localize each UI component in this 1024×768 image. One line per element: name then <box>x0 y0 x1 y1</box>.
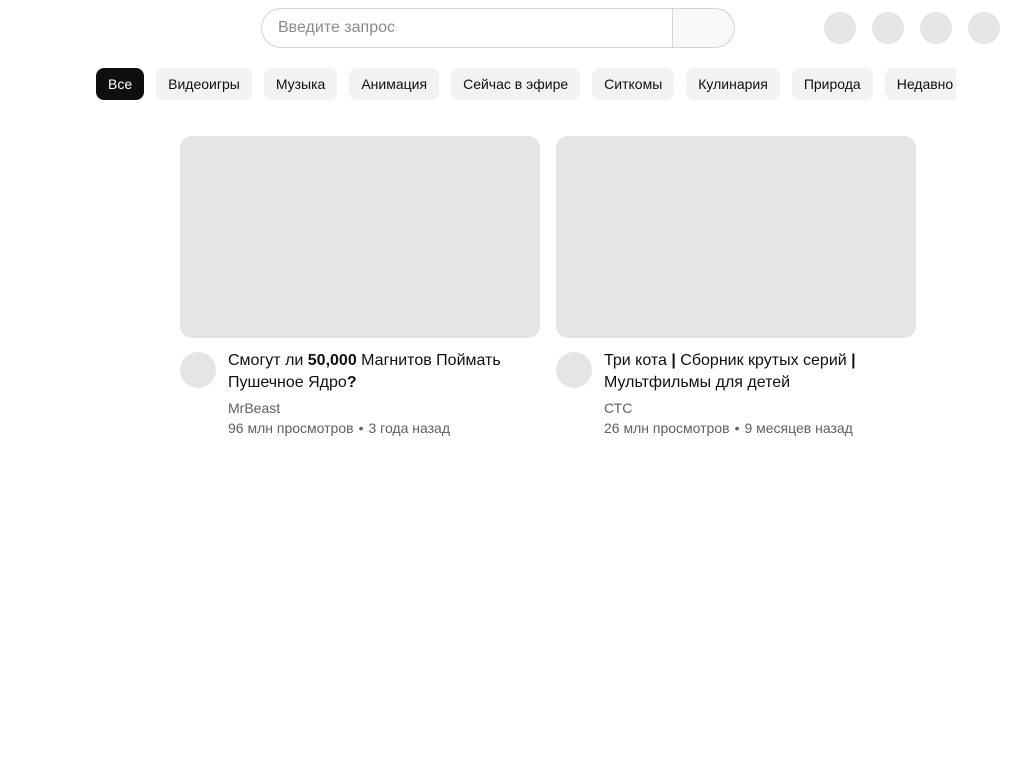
notifications-icon[interactable] <box>920 12 952 44</box>
video-thumbnail[interactable] <box>180 136 540 338</box>
video-title[interactable]: Смогут ли 50,000 Магнитов Поймать Пушечн… <box>228 350 528 394</box>
search-box <box>261 8 735 48</box>
video-details: Смогут ли 50,000 Магнитов Поймать Пушечн… <box>180 350 540 438</box>
page: Все Видеоигры Музыка Анимация Сейчас в э… <box>0 0 1024 768</box>
chip-animation[interactable]: Анимация <box>349 68 440 100</box>
chip-live[interactable]: Сейчас в эфире <box>451 68 581 100</box>
voice-search-icon[interactable] <box>824 12 856 44</box>
video-stats: 26 млн просмотров • 9 месяцев назад <box>604 418 904 438</box>
avatar[interactable] <box>968 12 1000 44</box>
video-stats: 96 млн просмотров • 3 года назад <box>228 418 528 438</box>
search-input[interactable] <box>261 8 672 48</box>
chip-videogames[interactable]: Видеоигры <box>156 68 252 100</box>
separator-dot: • <box>358 420 364 436</box>
video-thumbnail[interactable] <box>556 136 916 338</box>
channel-avatar[interactable] <box>556 352 592 388</box>
channel-avatar[interactable] <box>180 352 216 388</box>
header-actions <box>824 12 1000 44</box>
chip-all[interactable]: Все <box>96 68 145 100</box>
upload-age: 9 месяцев назад <box>744 420 853 436</box>
chip-music[interactable]: Музыка <box>263 68 338 100</box>
video-meta: Смогут ли 50,000 Магнитов Поймать Пушечн… <box>228 350 528 438</box>
channel-name[interactable]: MrBeast <box>228 398 528 418</box>
create-icon[interactable] <box>872 12 904 44</box>
upload-age: 3 года назад <box>368 420 451 436</box>
video-card: Три кота | Сборник крутых серий | Мультф… <box>556 136 916 438</box>
category-chips: Все Видеоигры Музыка Анимация Сейчас в э… <box>96 68 956 100</box>
view-count: 96 млн просмотров <box>228 420 354 436</box>
chip-nature[interactable]: Природа <box>791 68 873 100</box>
video-meta: Три кота | Сборник крутых серий | Мультф… <box>604 350 904 438</box>
chip-cooking[interactable]: Кулинария <box>686 68 780 100</box>
chip-sitcoms[interactable]: Ситкомы <box>592 68 675 100</box>
channel-name[interactable]: СТС <box>604 398 904 418</box>
video-card: Смогут ли 50,000 Магнитов Поймать Пушечн… <box>180 136 540 438</box>
search-button[interactable] <box>672 8 735 48</box>
chip-recent[interactable]: Недавно <box>884 68 956 100</box>
view-count: 26 млн просмотров <box>604 420 730 436</box>
video-details: Три кота | Сборник крутых серий | Мультф… <box>556 350 916 438</box>
video-title[interactable]: Три кота | Сборник крутых серий | Мультф… <box>604 350 904 394</box>
separator-dot: • <box>734 420 740 436</box>
